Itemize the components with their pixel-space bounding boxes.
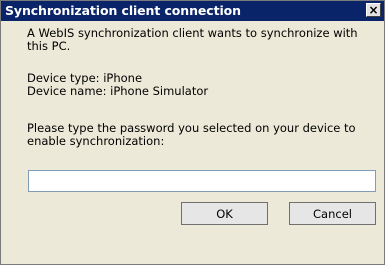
title-bar: Synchronization client connection × bbox=[1, 1, 384, 21]
password-input[interactable] bbox=[28, 170, 376, 192]
dialog-title: Synchronization client connection bbox=[5, 3, 241, 18]
ok-button[interactable]: OK bbox=[181, 202, 268, 225]
cancel-button[interactable]: Cancel bbox=[289, 202, 376, 225]
close-icon[interactable]: × bbox=[366, 3, 381, 17]
password-prompt: Please type the password you selected on… bbox=[27, 121, 356, 148]
sync-dialog: Synchronization client connection × A We… bbox=[0, 0, 385, 265]
device-name-label: Device name: iPhone Simulator bbox=[27, 84, 209, 98]
intro-message: A WebIS synchronization client wants to … bbox=[27, 26, 358, 53]
